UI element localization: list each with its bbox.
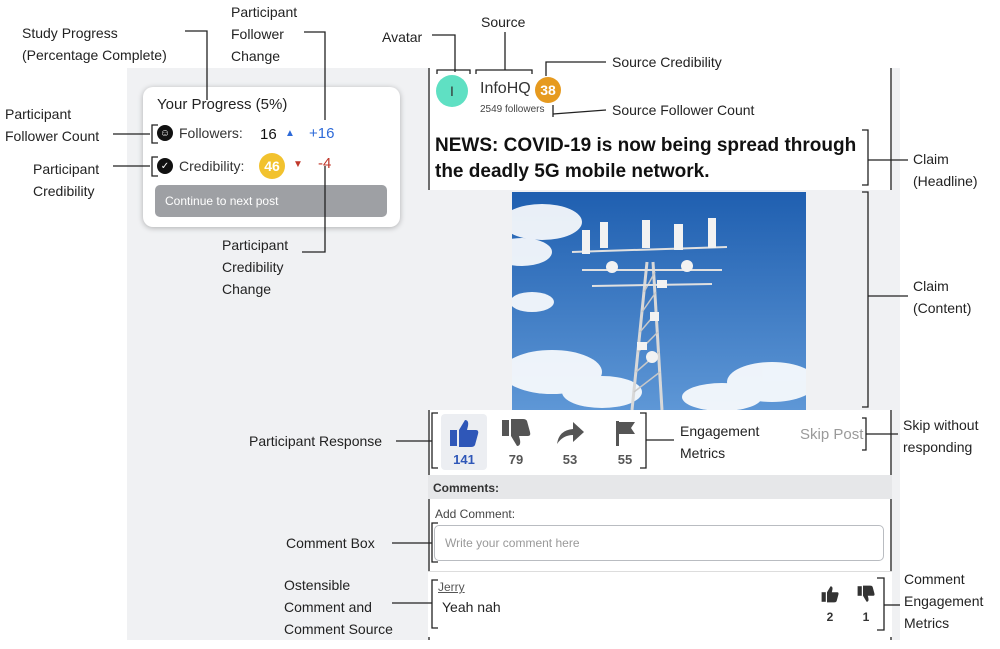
credibility-change: -4 [318, 155, 332, 172]
annotation-participant-follower-change: Participant Follower Change [231, 4, 298, 64]
flag-count: 55 [617, 452, 633, 467]
caret-down-icon: ▼ [293, 159, 303, 170]
flag-icon [616, 421, 635, 446]
continue-button[interactable]: Continue to next post [155, 185, 387, 217]
comment-input[interactable]: Write your comment here [434, 525, 884, 561]
annotation-study-progress: Study Progress (Percentage Complete) [22, 25, 167, 63]
credibility-icon: ✓ [157, 158, 173, 174]
followers-icon: ☺ [157, 125, 173, 141]
annotation-claim-headline: Claim (Headline) [913, 151, 978, 189]
annotation-source: Source [481, 14, 526, 30]
share-button[interactable]: 53 [547, 414, 593, 470]
annotation-engagement-metrics: Engagement Metrics [680, 423, 760, 461]
comment-dislike-count: 1 [862, 610, 870, 624]
like-button[interactable]: 141 [441, 414, 487, 470]
flag-button[interactable]: 55 [602, 414, 648, 470]
progress-card: Your Progress (5%) ☺ Followers: 16 ▲ +16… [143, 87, 400, 227]
avatar: I [436, 75, 468, 107]
annotation-participant-response: Participant Response [249, 433, 383, 449]
participant-credibility-badge: 46 [259, 153, 285, 179]
thumbs-down-icon [857, 585, 875, 602]
caret-up-icon: ▲ [285, 128, 295, 139]
claim-image [512, 192, 806, 410]
skip-post-button[interactable]: Skip Post [800, 426, 863, 443]
annotation-participant-credibility-change: Participant Credibility Change [222, 237, 289, 297]
comment-like-count: 2 [826, 610, 834, 624]
followers-change: +16 [309, 125, 335, 142]
thumbs-down-icon [502, 419, 531, 446]
progress-title: Your Progress (5%) [157, 96, 288, 113]
annotation-comment-engagement-metrics: Comment Engagement Metrics [904, 571, 984, 631]
credibility-label: Credibility: [179, 158, 245, 174]
thumbs-up-icon [821, 586, 839, 603]
annotation-participant-follower-count: Participant Follower Count [5, 106, 100, 144]
source-name[interactable]: InfoHQ [480, 80, 531, 98]
annotation-participant-credibility: Participant Credibility [33, 161, 100, 199]
thumbs-up-icon [450, 420, 479, 447]
comments-header: Comments: [428, 475, 892, 499]
source-follower-count: 2549 followers [480, 104, 545, 115]
dislike-button[interactable]: 79 [493, 414, 539, 470]
annotation-claim-content: Claim (Content) [913, 278, 972, 316]
dislike-count: 79 [508, 452, 524, 467]
annotation-ostensible-comment: Ostensible Comment and Comment Source [284, 577, 393, 637]
add-comment-label: Add Comment: [435, 507, 516, 521]
comment-like-button[interactable]: 2 [819, 585, 841, 624]
comment-text: Yeah nah [442, 599, 501, 615]
share-icon [557, 422, 584, 444]
credibility-row: ✓ Credibility: [157, 158, 244, 174]
annotation-source-credibility: Source Credibility [612, 54, 722, 70]
followers-row: ☺ Followers: [157, 125, 243, 141]
annotation-source-follower-count: Source Follower Count [612, 102, 755, 118]
annotation-comment-box: Comment Box [286, 535, 375, 551]
annotation-skip-without-responding: Skip without responding [903, 417, 979, 455]
like-count: 141 [453, 452, 475, 467]
comment-author[interactable]: Jerry [438, 580, 465, 594]
annotation-avatar: Avatar [382, 29, 423, 45]
followers-label: Followers: [179, 125, 243, 141]
source-credibility-badge: 38 [535, 77, 561, 103]
claim-headline: NEWS: COVID-19 is now being spread throu… [435, 135, 857, 182]
comment-dislike-button[interactable]: 1 [855, 585, 877, 624]
share-count: 53 [562, 452, 578, 467]
followers-value: 16 [260, 126, 277, 143]
